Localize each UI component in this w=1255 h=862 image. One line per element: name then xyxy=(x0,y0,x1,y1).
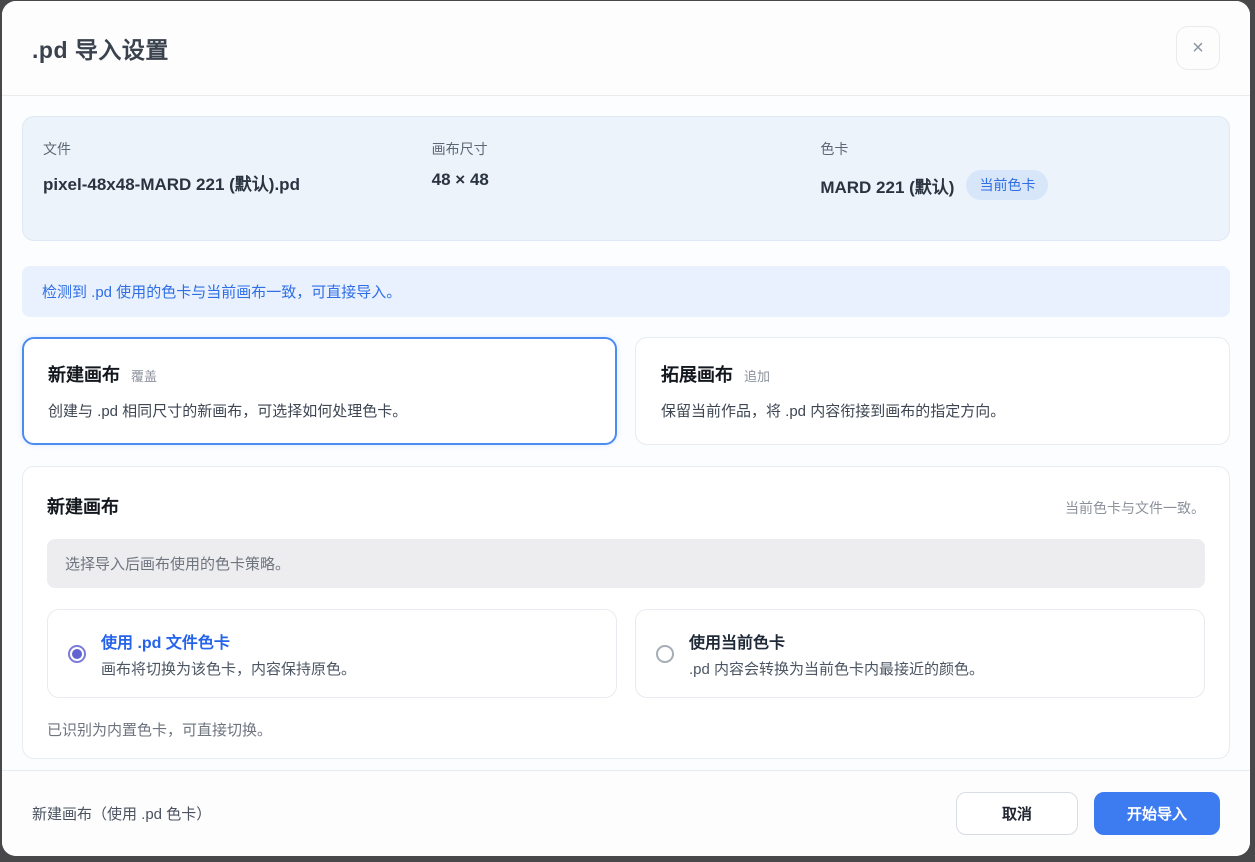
current-palette-badge: 当前色卡 xyxy=(966,170,1048,200)
option-title: 使用当前色卡 xyxy=(689,629,1184,653)
palette-name: MARD 221 (默认) xyxy=(820,173,954,198)
palette-option-use-file[interactable]: 使用 .pd 文件色卡 画布将切换为该色卡，内容保持原色。 xyxy=(47,609,617,698)
dialog-footer: 新建画布（使用 .pd 色卡） 取消 开始导入 xyxy=(2,770,1250,856)
option-text: 使用当前色卡 .pd 内容会转换为当前色卡内最接近的颜色。 xyxy=(689,629,1184,679)
file-info-bar: 文件 pixel-48x48-MARD 221 (默认).pd 画布尺寸 48 … xyxy=(22,116,1230,241)
palette-label: 色卡 xyxy=(820,139,1209,159)
option-description: .pd 内容会转换为当前色卡内最接近的颜色。 xyxy=(689,658,1184,679)
option-description: 画布将切换为该色卡，内容保持原色。 xyxy=(101,658,596,679)
file-label: 文件 xyxy=(43,139,432,159)
mode-title: 拓展画布 xyxy=(661,361,733,387)
panel-heading: 新建画布 xyxy=(47,493,119,519)
palette-option-row: 使用 .pd 文件色卡 画布将切换为该色卡，内容保持原色。 使用当前色卡 .pd… xyxy=(47,609,1205,698)
dialog-header: .pd 导入设置 × xyxy=(2,1,1250,96)
mode-tag: 追加 xyxy=(744,366,770,385)
footer-actions: 取消 开始导入 xyxy=(956,792,1220,835)
close-button[interactable]: × xyxy=(1176,26,1220,70)
palette-match-notice: 检测到 .pd 使用的色卡与当前画布一致，可直接导入。 xyxy=(22,266,1230,317)
pd-import-dialog: .pd 导入设置 × 文件 pixel-48x48-MARD 221 (默认).… xyxy=(2,1,1250,856)
palette-option-use-current[interactable]: 使用当前色卡 .pd 内容会转换为当前色卡内最接近的颜色。 xyxy=(635,609,1205,698)
option-text: 使用 .pd 文件色卡 画布将切换为该色卡，内容保持原色。 xyxy=(101,629,596,679)
dialog-content: 文件 pixel-48x48-MARD 221 (默认).pd 画布尺寸 48 … xyxy=(2,96,1250,770)
radio-selected-icon[interactable] xyxy=(68,645,86,663)
palette-value-row: MARD 221 (默认) 当前色卡 xyxy=(820,170,1209,200)
mode-tag: 覆盖 xyxy=(131,366,157,385)
mode-card-extend-canvas[interactable]: 拓展画布 追加 保留当前作品，将 .pd 内容衔接到画布的指定方向。 xyxy=(635,337,1230,445)
file-name: pixel-48x48-MARD 221 (默认).pd xyxy=(43,170,432,195)
selection-summary: 新建画布（使用 .pd 色卡） xyxy=(32,803,211,824)
palette-col: 色卡 MARD 221 (默认) 当前色卡 xyxy=(820,139,1209,200)
mode-title: 新建画布 xyxy=(48,361,120,387)
panel-head: 新建画布 当前色卡与文件一致。 xyxy=(47,493,1205,519)
canvas-size-col: 画布尺寸 48 × 48 xyxy=(432,139,821,200)
mode-title-row: 拓展画布 追加 xyxy=(661,361,1204,387)
builtin-palette-footnote: 已识别为内置色卡，可直接切换。 xyxy=(47,719,1205,740)
mode-card-new-canvas[interactable]: 新建画布 覆盖 创建与 .pd 相同尺寸的新画布，可选择如何处理色卡。 xyxy=(22,337,617,445)
import-mode-row: 新建画布 覆盖 创建与 .pd 相同尺寸的新画布，可选择如何处理色卡。 拓展画布… xyxy=(22,337,1230,445)
file-info-col: 文件 pixel-48x48-MARD 221 (默认).pd xyxy=(43,139,432,200)
start-import-button[interactable]: 开始导入 xyxy=(1094,792,1220,835)
new-canvas-settings-panel: 新建画布 当前色卡与文件一致。 选择导入后画布使用的色卡策略。 使用 .pd 文… xyxy=(22,466,1230,759)
palette-strategy-hint: 选择导入后画布使用的色卡策略。 xyxy=(47,539,1205,588)
option-title: 使用 .pd 文件色卡 xyxy=(101,629,596,653)
palette-match-note: 当前色卡与文件一致。 xyxy=(1065,498,1205,518)
mode-title-row: 新建画布 覆盖 xyxy=(48,361,591,387)
mode-description: 保留当前作品，将 .pd 内容衔接到画布的指定方向。 xyxy=(661,400,1204,421)
mode-description: 创建与 .pd 相同尺寸的新画布，可选择如何处理色卡。 xyxy=(48,400,591,421)
canvas-size-label: 画布尺寸 xyxy=(432,139,821,159)
dialog-title: .pd 导入设置 xyxy=(32,31,169,65)
canvas-size-value: 48 × 48 xyxy=(432,170,821,190)
close-icon: × xyxy=(1192,38,1204,58)
cancel-button[interactable]: 取消 xyxy=(956,792,1078,835)
radio-unselected-icon[interactable] xyxy=(656,645,674,663)
